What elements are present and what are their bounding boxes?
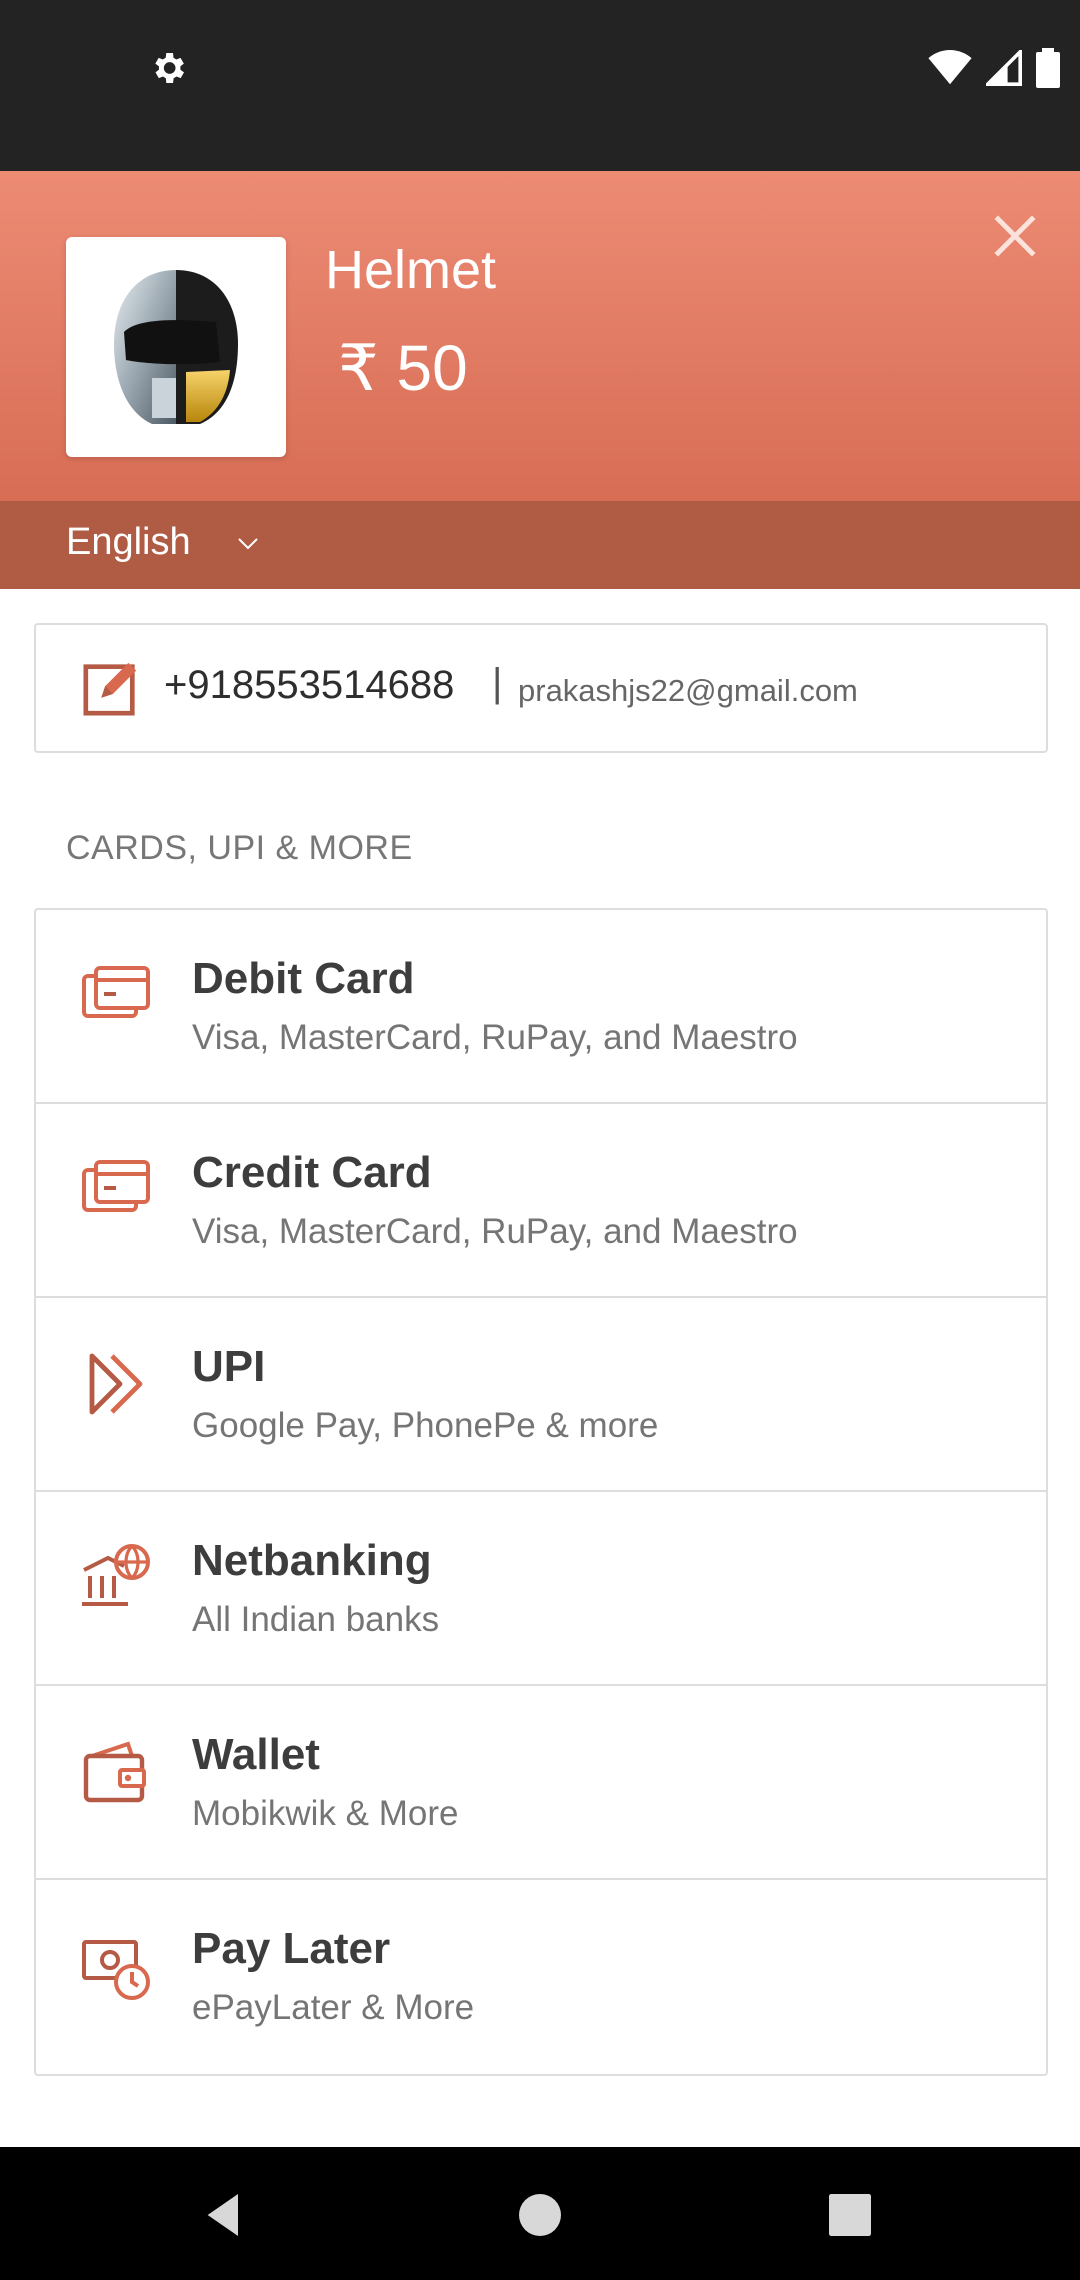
product-price: ₹ 50 <box>338 332 468 404</box>
battery-icon <box>1036 48 1060 88</box>
method-subtitle: All Indian banks <box>192 1600 440 1639</box>
method-subtitle: Visa, MasterCard, RuPay, and Maestro <box>192 1212 798 1251</box>
method-subtitle: ePayLater & More <box>192 1988 475 2027</box>
bank-icon <box>82 1544 150 1606</box>
chevron-down-icon <box>238 538 258 550</box>
wallet-icon <box>83 1741 146 1803</box>
method-title: Credit Card <box>192 1148 432 1197</box>
wifi-icon <box>928 50 972 85</box>
method-debit-card[interactable]: Debit Card Visa, MasterCard, RuPay, and … <box>36 910 1046 1104</box>
signal-icon <box>986 50 1022 86</box>
contact-email: prakashjs22@gmail.com <box>518 673 858 708</box>
contact-separator: | <box>492 661 503 705</box>
recents-icon[interactable] <box>822 2187 878 2243</box>
contact-phone: +918553514688 <box>164 663 455 707</box>
contact-details[interactable]: +918553514688 | prakashjs22@gmail.com <box>34 623 1048 753</box>
close-icon[interactable] <box>990 211 1040 261</box>
method-title: UPI <box>192 1342 266 1391</box>
method-subtitle: Mobikwik & More <box>192 1794 459 1833</box>
product-image <box>66 237 286 457</box>
back-icon[interactable] <box>196 2187 252 2243</box>
upi-icon <box>89 1353 143 1415</box>
home-icon[interactable] <box>512 2187 568 2243</box>
payment-methods-list: Debit Card Visa, MasterCard, RuPay, and … <box>34 908 1048 2076</box>
status-bar <box>0 0 1080 171</box>
card-icon <box>82 966 150 1018</box>
paylater-icon <box>82 1940 150 2000</box>
method-title: Netbanking <box>192 1536 432 1585</box>
language-selector[interactable]: English <box>0 501 1080 589</box>
section-title: CARDS, UPI & MORE <box>66 829 413 867</box>
helmet-image <box>114 270 238 424</box>
method-title: Pay Later <box>192 1924 391 1973</box>
method-credit-card[interactable]: Credit Card Visa, MasterCard, RuPay, and… <box>36 1104 1046 1298</box>
payment-sheet: Helmet ₹ 50 English +918553514688 | prak… <box>0 171 1080 2147</box>
method-subtitle: Google Pay, PhonePe & more <box>192 1406 659 1445</box>
method-upi[interactable]: UPI Google Pay, PhonePe & more <box>36 1298 1046 1492</box>
card-icon <box>82 1160 150 1212</box>
edit-icon[interactable] <box>80 657 142 719</box>
method-netbanking[interactable]: Netbanking All Indian banks <box>36 1492 1046 1686</box>
method-title: Debit Card <box>192 954 415 1003</box>
language-label: English <box>66 521 191 563</box>
method-pay-later[interactable]: Pay Later ePayLater & More <box>36 1880 1046 2074</box>
gear-icon <box>155 53 184 83</box>
product-name: Helmet <box>325 240 497 300</box>
navigation-bar <box>0 2147 1080 2280</box>
checkout-header: Helmet ₹ 50 <box>0 171 1080 501</box>
method-subtitle: Visa, MasterCard, RuPay, and Maestro <box>192 1018 798 1057</box>
method-wallet[interactable]: Wallet Mobikwik & More <box>36 1686 1046 1880</box>
method-title: Wallet <box>192 1730 320 1779</box>
